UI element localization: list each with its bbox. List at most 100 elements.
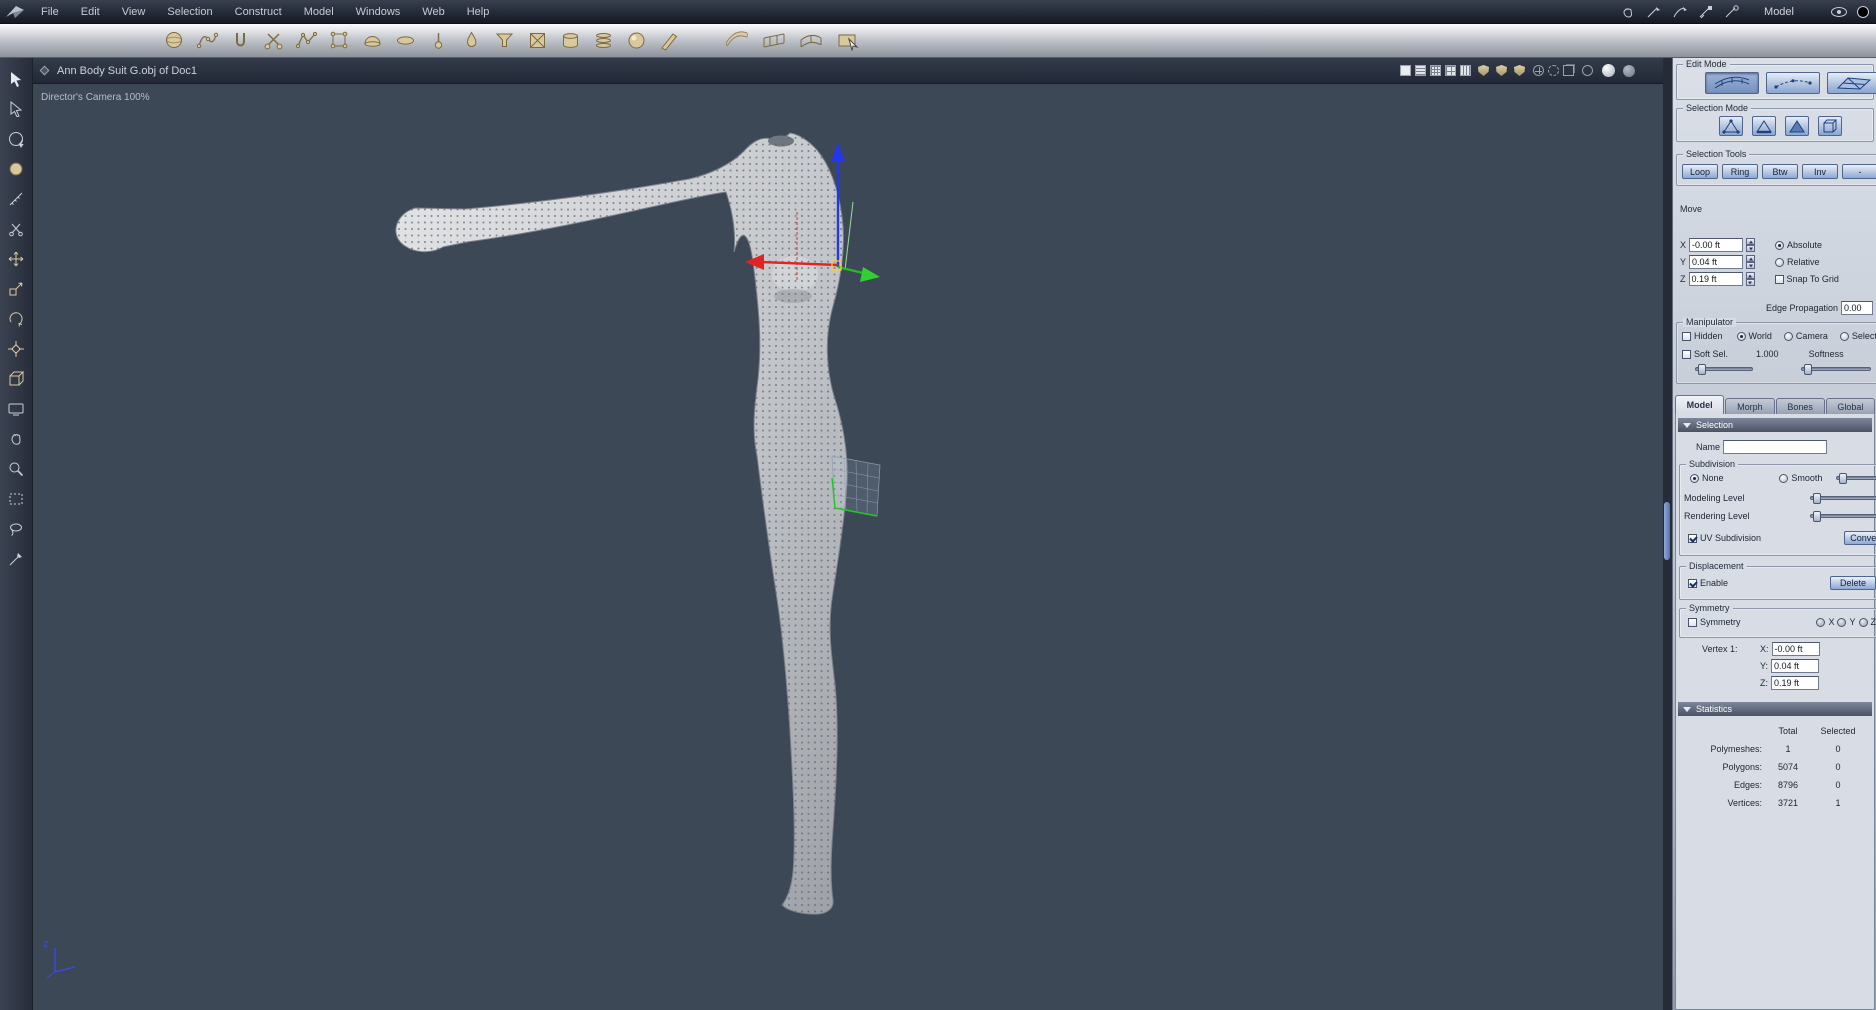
- pen-tool-2-icon[interactable]: [1672, 5, 1688, 19]
- relative-radio[interactable]: [1775, 257, 1785, 267]
- edit-mode-surface-button[interactable]: [1705, 72, 1759, 94]
- disc-icon[interactable]: [393, 28, 418, 53]
- box-tool-icon[interactable]: [5, 368, 27, 390]
- pen-tool-3-icon[interactable]: [1698, 5, 1714, 19]
- marquee-select-icon[interactable]: [5, 488, 27, 510]
- menu-edit[interactable]: Edit: [70, 0, 111, 24]
- shield-full-icon[interactable]: [1478, 65, 1489, 76]
- bounding-box-icon[interactable]: [1563, 65, 1574, 76]
- shield-half-icon[interactable]: [1496, 65, 1507, 76]
- camera-view-icon[interactable]: [5, 398, 27, 420]
- pick-surface-icon[interactable]: [835, 28, 860, 53]
- select-object-button[interactable]: [1818, 116, 1842, 136]
- display-mixed-icon[interactable]: [1460, 65, 1471, 76]
- dashed-circle-icon[interactable]: [1548, 65, 1559, 76]
- softness-slider[interactable]: [1801, 364, 1871, 375]
- zoom-icon[interactable]: [5, 458, 27, 480]
- pen-tool-1-icon[interactable]: [1646, 5, 1662, 19]
- move-y-input[interactable]: [1689, 255, 1744, 269]
- pan-hand-icon[interactable]: [5, 428, 27, 450]
- camera-radio[interactable]: [1783, 331, 1793, 341]
- move-z-input[interactable]: [1688, 272, 1743, 286]
- viewport-canvas[interactable]: Director's Camera 100% z: [33, 84, 1663, 1010]
- edit-mode-wire-button[interactable]: [1766, 72, 1820, 94]
- panel-splitter[interactable]: [1663, 58, 1672, 1010]
- uv-subdivision-checkbox[interactable]: [1688, 533, 1697, 543]
- display-grid-icon[interactable]: [1430, 65, 1441, 76]
- rotate-tool-icon[interactable]: [5, 308, 27, 330]
- vertex-x-input[interactable]: [1771, 642, 1820, 656]
- sweep-surface-icon[interactable]: [724, 28, 749, 53]
- pin-icon[interactable]: [426, 28, 451, 53]
- tab-global[interactable]: Global: [1825, 398, 1875, 414]
- pen-tool-4-icon[interactable]: [1724, 4, 1740, 19]
- edge-propagation-input[interactable]: [1841, 301, 1873, 315]
- convert-button[interactable]: Convert: [1844, 531, 1876, 545]
- move-tool-icon[interactable]: [5, 248, 27, 270]
- scale-tool-icon[interactable]: [5, 278, 27, 300]
- vertex-z-input[interactable]: [1771, 676, 1819, 690]
- menu-model[interactable]: Model: [293, 0, 345, 24]
- vertex-box-icon[interactable]: [327, 28, 352, 53]
- delete-button[interactable]: Delete: [1830, 576, 1876, 590]
- funnel-icon[interactable]: [492, 28, 517, 53]
- selection-section-header[interactable]: Selection: [1678, 418, 1872, 432]
- select-points-button[interactable]: [1719, 116, 1743, 136]
- boxed-x-icon[interactable]: [525, 28, 550, 53]
- move-x-input[interactable]: [1689, 238, 1744, 252]
- eye-icon[interactable]: [1830, 5, 1848, 19]
- selection-tool-inv[interactable]: Inv: [1802, 164, 1838, 179]
- modeling-level-slider[interactable]: [1810, 493, 1876, 504]
- soft-sel-slider[interactable]: [1695, 364, 1753, 375]
- polyline-icon[interactable]: [294, 28, 319, 53]
- soft-sel-checkbox[interactable]: [1682, 349, 1691, 359]
- edit-mode-uv-button[interactable]: [1827, 72, 1876, 94]
- subdivision-smooth-radio[interactable]: [1779, 473, 1789, 483]
- snap-to-grid-checkbox[interactable]: [1774, 274, 1784, 284]
- menu-construct[interactable]: Construct: [224, 0, 293, 24]
- loft-surface-icon[interactable]: [798, 28, 823, 53]
- statistics-section-header[interactable]: Statistics: [1678, 702, 1872, 716]
- menu-windows[interactable]: Windows: [345, 0, 412, 24]
- selection-tool-btw[interactable]: Btw: [1762, 164, 1798, 179]
- droplet-icon[interactable]: [459, 28, 484, 53]
- cut-scissors-icon[interactable]: [5, 218, 27, 240]
- cylinder-icon[interactable]: [558, 28, 583, 53]
- measure-line-icon[interactable]: [5, 188, 27, 210]
- world-radio[interactable]: [1736, 331, 1746, 341]
- curve-edit-icon[interactable]: [195, 28, 220, 53]
- tab-bones[interactable]: Bones: [1775, 398, 1825, 414]
- name-input[interactable]: [1723, 440, 1828, 454]
- shaded-ball-icon[interactable]: [624, 28, 649, 53]
- vertex-y-input[interactable]: [1771, 659, 1820, 673]
- sphere-primitive-icon[interactable]: [162, 28, 187, 53]
- move-y-spinner[interactable]: [1746, 255, 1756, 269]
- rendering-level-slider[interactable]: [1810, 511, 1876, 522]
- clip-tool-icon[interactable]: [228, 28, 253, 53]
- move-x-spinner[interactable]: [1746, 238, 1756, 252]
- render-sphere-icon[interactable]: [1856, 5, 1870, 19]
- ruled-surface-icon[interactable]: [761, 28, 786, 53]
- pencil-icon[interactable]: [657, 28, 682, 53]
- grab-hand-icon[interactable]: [1620, 5, 1636, 19]
- symmetry-y-radio[interactable]: [1837, 617, 1847, 627]
- symmetry-x-radio[interactable]: [1816, 617, 1826, 627]
- stack-icon[interactable]: [591, 28, 616, 53]
- tab-model[interactable]: Model: [1675, 395, 1725, 414]
- symmetry-checkbox[interactable]: [1688, 617, 1697, 627]
- dome-icon[interactable]: [360, 28, 385, 53]
- display-solid-icon[interactable]: [1400, 65, 1411, 76]
- menu-view[interactable]: View: [111, 0, 157, 24]
- hidden-checkbox[interactable]: [1682, 331, 1691, 341]
- selection-radio[interactable]: [1839, 331, 1849, 341]
- splitter-handle[interactable]: [1664, 502, 1670, 560]
- knife-tool-icon[interactable]: [5, 548, 27, 570]
- menu-file[interactable]: File: [30, 0, 70, 24]
- mesh-figure[interactable]: [33, 84, 1663, 1010]
- display-lines-icon[interactable]: [1415, 65, 1426, 76]
- menu-web[interactable]: Web: [411, 0, 455, 24]
- viewport-titlebar[interactable]: Ann Body Suit G.obj of Doc1: [33, 58, 1663, 84]
- axis-circle-icon[interactable]: [1533, 65, 1544, 76]
- select-arrow-icon[interactable]: [5, 68, 27, 90]
- symmetry-z-radio[interactable]: [1858, 617, 1868, 627]
